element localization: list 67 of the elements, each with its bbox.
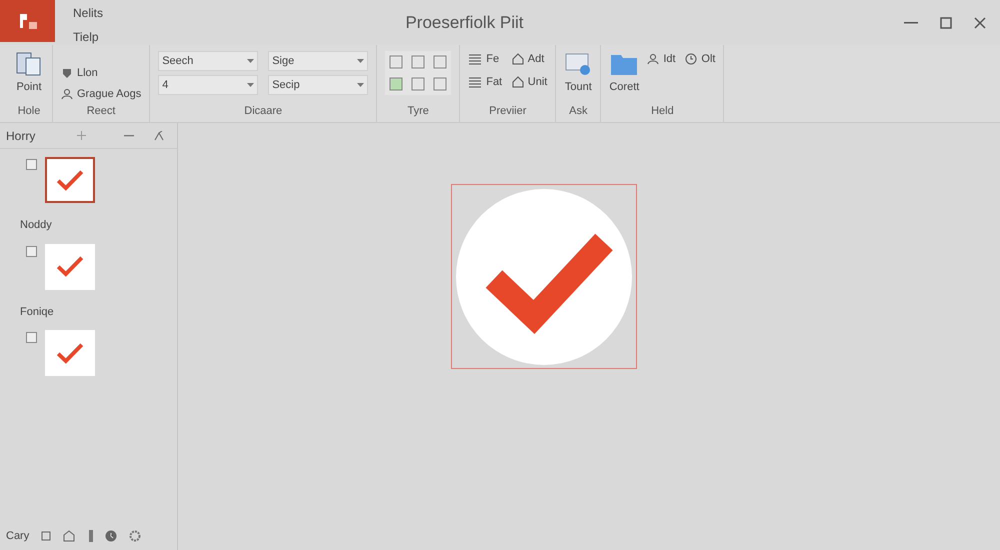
bar-icon[interactable] (89, 530, 94, 542)
group-label: Held (650, 104, 675, 118)
gear-icon[interactable] (129, 530, 142, 542)
clock-icon (685, 53, 698, 66)
shield-icon (61, 67, 73, 80)
clock-icon[interactable] (105, 530, 118, 542)
selected-shape[interactable] (451, 184, 637, 369)
person-icon (61, 88, 73, 100)
lines-icon (468, 53, 482, 66)
ribbon-button[interactable]: Fe (468, 51, 504, 68)
dropdown-field[interactable]: Sige (268, 51, 368, 71)
ribbon-button[interactable]: Tount (564, 51, 592, 96)
ribbon-button[interactable]: Grague Aogs (61, 86, 142, 102)
ribbon-button[interactable]: Point (14, 51, 44, 96)
ribbon-button[interactable]: Llon (61, 65, 142, 82)
ribbon-button[interactable]: Olt (685, 51, 716, 68)
notes-icon[interactable] (41, 531, 52, 541)
shape-style-icon[interactable] (432, 54, 448, 70)
menu-item[interactable]: Nelits (73, 4, 205, 22)
lines-icon (468, 76, 482, 88)
plus-icon[interactable] (77, 131, 86, 140)
minus-icon[interactable] (124, 134, 134, 136)
window-title: Proeserfiolk Piit (405, 12, 524, 34)
caret-icon (357, 83, 364, 87)
checkbox[interactable] (26, 246, 37, 256)
group-label: Tyre (406, 104, 430, 118)
menu-item[interactable]: Tielp (73, 28, 205, 46)
checkbox[interactable] (26, 159, 37, 170)
slide-thumbnail[interactable] (45, 244, 95, 290)
monitor-icon (564, 51, 592, 77)
caret-icon (247, 59, 254, 63)
caret-icon (247, 83, 254, 87)
ribbon-button[interactable]: Fat (468, 74, 504, 90)
group-label: Previier (488, 104, 528, 118)
shape-style-icon[interactable] (388, 54, 404, 70)
dropdown-field[interactable]: Secip (268, 75, 368, 95)
house-icon (512, 76, 524, 88)
slide-thumbnail[interactable] (45, 157, 95, 203)
section-label: Foniqe (20, 304, 55, 320)
panel-title: Horry (6, 128, 36, 144)
pin-icon[interactable] (154, 130, 164, 140)
dropdown-field[interactable]: 4 (158, 75, 258, 95)
shape-style-icon[interactable] (388, 76, 404, 92)
status-text: Cary (6, 528, 30, 544)
person-icon (647, 53, 660, 66)
dropdown-field[interactable]: Seech (158, 51, 258, 71)
minimize-icon[interactable] (904, 22, 918, 24)
close-icon[interactable] (974, 16, 986, 28)
shape-style-icon[interactable] (410, 76, 426, 92)
house-icon (512, 53, 524, 66)
group-label: Reect (86, 104, 116, 118)
group-label: Dicaare (243, 104, 284, 118)
shape-style-icon[interactable] (410, 54, 426, 70)
home-icon[interactable] (63, 530, 78, 542)
slide-thumbnail[interactable] (45, 330, 95, 376)
checkbox[interactable] (26, 332, 37, 343)
ribbon-button[interactable]: Adt (512, 51, 548, 68)
section-label: Noddy (20, 218, 53, 233)
caret-icon (357, 59, 364, 63)
ribbon-button[interactable]: Idt (647, 51, 678, 68)
group-label: Ask (568, 104, 589, 118)
ribbon-button[interactable]: Unit (512, 74, 548, 90)
maximize-icon[interactable] (940, 16, 952, 28)
shape-style-icon[interactable] (432, 76, 448, 92)
ribbon-button[interactable]: Corett (609, 51, 640, 96)
app-logo[interactable] (0, 0, 55, 42)
group-label: Hole (16, 104, 42, 118)
